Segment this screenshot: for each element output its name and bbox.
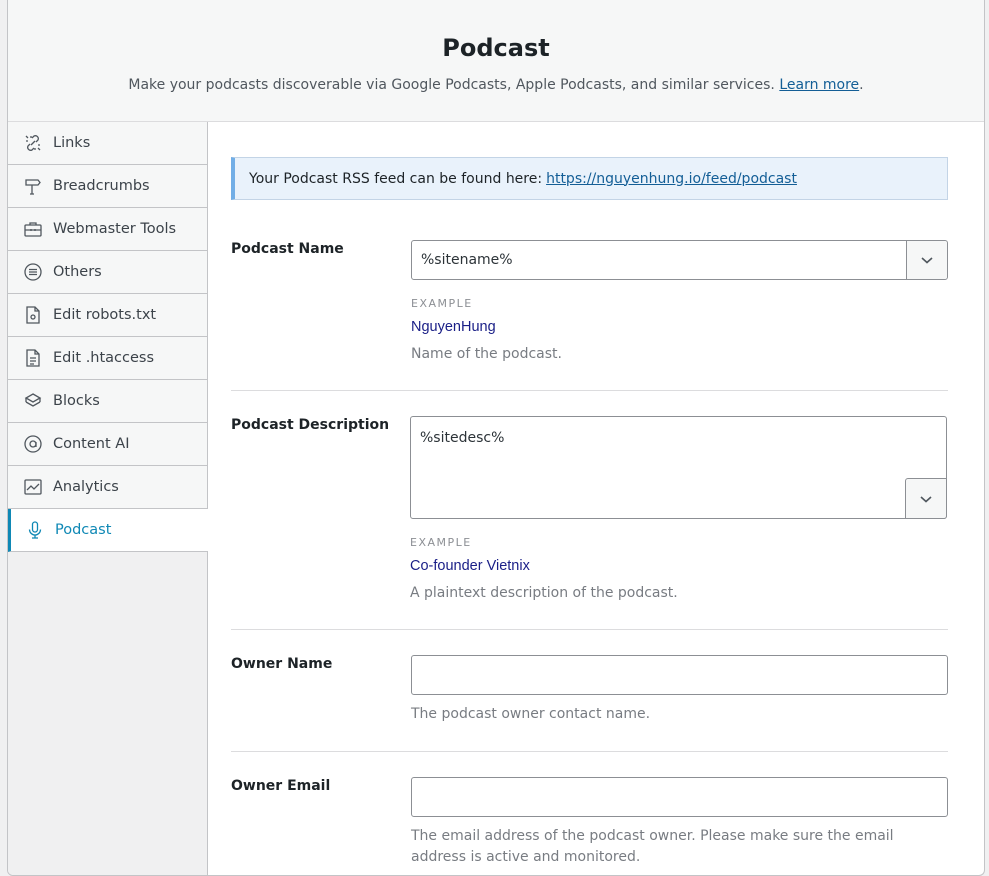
podcast-description-textarea[interactable]: %sitedesc% — [410, 416, 947, 519]
field-description: The podcast owner contact name. — [411, 706, 651, 722]
learn-more-link[interactable]: Learn more — [779, 77, 859, 93]
rss-feed-link[interactable]: https://nguyenhung.io/feed/podcast — [546, 171, 797, 187]
field-label: Podcast Description — [231, 417, 390, 433]
chevron-down-icon — [921, 257, 933, 264]
links-icon — [23, 133, 43, 153]
podcast-description-field: Podcast Description %sitedesc% EXAMPLE C… — [231, 391, 948, 630]
sidebar-item-webmaster-tools[interactable]: Webmaster Tools — [8, 208, 207, 251]
sidebar-item-label: Edit .htaccess — [53, 350, 155, 366]
example-label: EXAMPLE — [410, 536, 472, 549]
content-ai-icon — [23, 434, 43, 454]
variables-dropdown-button[interactable] — [906, 241, 947, 279]
list-circle-icon — [23, 262, 43, 282]
field-label: Owner Email — [231, 778, 331, 794]
sidebar-item-breadcrumbs[interactable]: Breadcrumbs — [8, 165, 207, 208]
sidebar-item-label: Content AI — [53, 436, 130, 452]
owner-email-input[interactable] — [411, 777, 948, 817]
field-description: A plaintext description of the podcast. — [410, 585, 678, 601]
sidebar-item-content-ai[interactable]: Content AI — [8, 423, 207, 466]
sidebar-item-label: Podcast — [55, 522, 112, 538]
sidebar-item-label: Blocks — [53, 393, 100, 409]
sidebar-item-others[interactable]: Others — [8, 251, 207, 294]
example-label: EXAMPLE — [411, 297, 473, 310]
rss-feed-notice: Your Podcast RSS feed can be found here:… — [231, 157, 948, 200]
sidebar-item-edit-htaccess[interactable]: Edit .htaccess — [8, 337, 207, 380]
document-icon — [23, 348, 43, 368]
page-subtitle: Make your podcasts discoverable via Goog… — [128, 77, 864, 93]
field-label: Owner Name — [231, 656, 333, 672]
field-description: Name of the podcast. — [411, 346, 562, 362]
sidebar-item-links[interactable]: Links — [8, 122, 207, 165]
example-value: Co-founder Vietnix — [410, 558, 530, 574]
variables-dropdown-button[interactable] — [905, 478, 947, 519]
page-title: Podcast — [442, 34, 550, 62]
owner-name-input[interactable] — [411, 655, 948, 695]
podcast-name-field: Podcast Name %sitename% EXAMPLE NguyenHu… — [231, 200, 948, 391]
page-header: Podcast Make your podcasts discoverable … — [8, 0, 984, 122]
sidebar-item-label: Others — [53, 264, 102, 280]
sidebar-item-podcast[interactable]: Podcast — [8, 509, 208, 552]
field-description: The email address of the podcast owner. … — [411, 828, 894, 865]
signpost-icon — [23, 176, 43, 196]
toolbox-icon — [23, 219, 43, 239]
sidebar-item-label: Links — [53, 135, 91, 151]
analytics-icon — [23, 477, 43, 497]
podcast-name-input[interactable]: %sitename% — [411, 240, 948, 280]
chevron-down-icon — [920, 495, 932, 503]
sidebar: Links Breadcrumbs Webmaster Tools Others… — [8, 122, 208, 875]
sidebar-item-edit-robots[interactable]: Edit robots.txt — [8, 294, 207, 337]
blocks-icon — [23, 391, 43, 411]
sidebar-item-label: Webmaster Tools — [53, 221, 177, 237]
sidebar-item-analytics[interactable]: Analytics — [8, 466, 207, 509]
field-label: Podcast Name — [231, 241, 344, 257]
sidebar-item-label: Analytics — [53, 479, 119, 495]
owner-name-field: Owner Name The podcast owner contact nam… — [231, 630, 948, 752]
sidebar-item-label: Breadcrumbs — [53, 178, 150, 194]
podcast-settings-form: Your Podcast RSS feed can be found here:… — [231, 157, 948, 876]
microphone-icon — [25, 520, 45, 540]
sidebar-item-label: Edit robots.txt — [53, 307, 157, 323]
robots-file-icon — [23, 305, 43, 325]
owner-email-field: Owner Email The email address of the pod… — [231, 752, 948, 876]
example-value: NguyenHung — [411, 319, 496, 335]
sidebar-item-blocks[interactable]: Blocks — [8, 380, 207, 423]
